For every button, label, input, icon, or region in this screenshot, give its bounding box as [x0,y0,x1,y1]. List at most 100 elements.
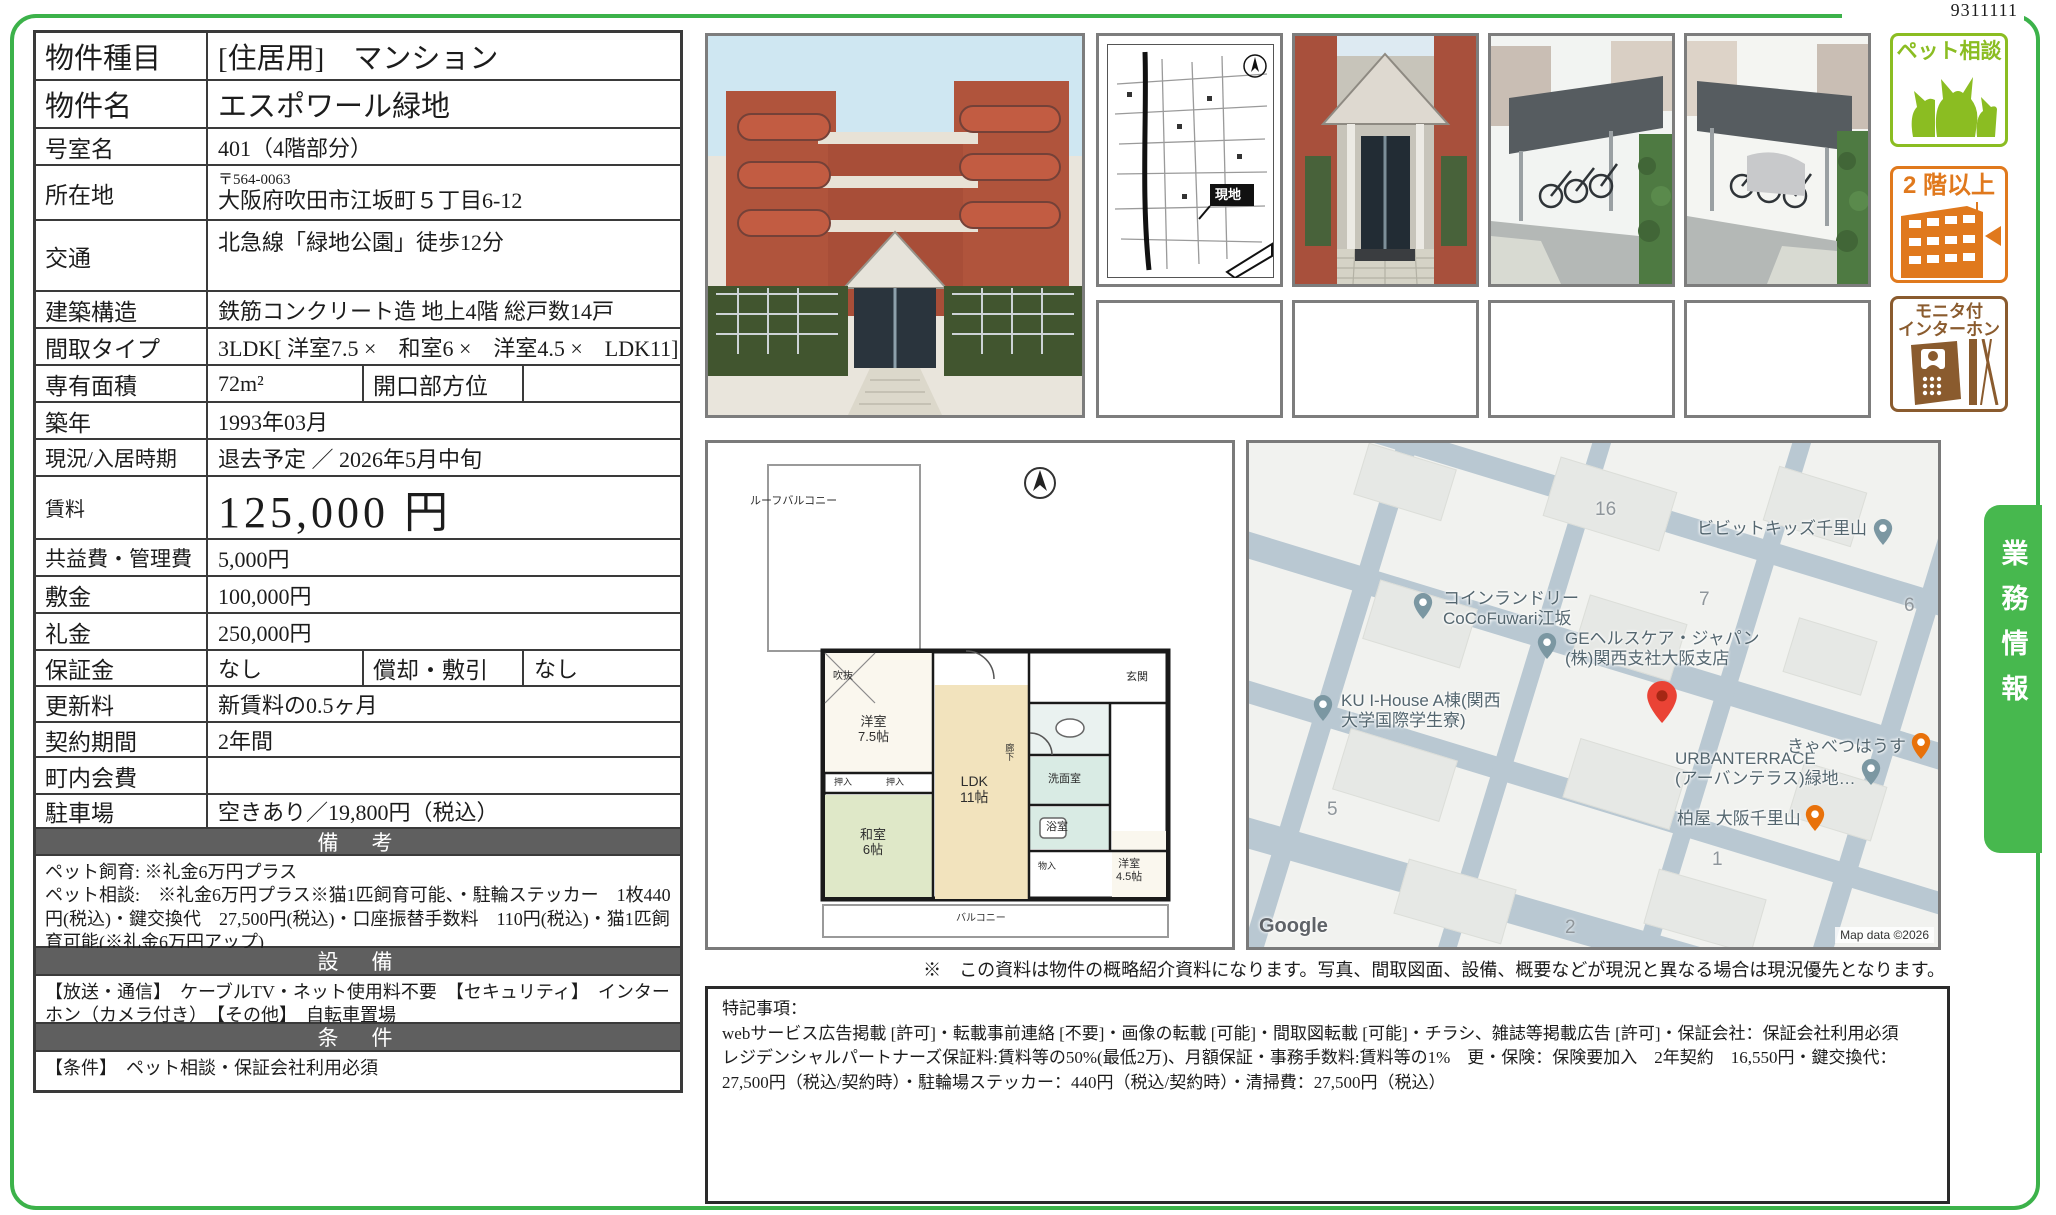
row-label: 契約期間 [45,723,137,757]
photo-placeholder [1488,300,1675,418]
photo-placeholder [1096,300,1283,418]
row-label-2: 償却・敷引 [373,651,488,685]
table-row: 更新料 新賃料の0.5ヶ月 [36,687,680,723]
row-label: 間取タイプ [45,330,160,364]
badge-pet-allowed: ペット相談 [1890,33,2008,147]
row-label: 物件種目 [45,35,161,77]
badge-second-floor-up: 2 階以上 [1890,166,2008,283]
rent-amount: 125,000 円 [208,477,680,538]
business-info-tab-label: 業務情報 [1994,505,2033,853]
table-row: 物件名 エスポワール緑地 [36,81,680,129]
table-row: 契約期間 2年間 [36,723,680,758]
photo-sketch-map: 現地 [1096,33,1283,287]
row-label: 物件名 [45,83,132,125]
map-poi-label: GEヘルスケア・ジャパン (株)関西支社大阪支店 [1565,629,1760,670]
row-label: 交通 [45,239,91,273]
room-label: 押入 [886,777,904,787]
table-row: 物件種目 [住居用] マンション [36,33,680,81]
room-label: 洗面室 [1048,773,1081,786]
map-poi-label: コインランドリー CoCoFuwari江坂 [1443,589,1579,630]
restaurant-pin-icon [1805,805,1825,836]
bicycle-parking-illustration [1687,36,1868,284]
row-label-2: 開口部方位 [373,367,488,401]
map-pin-icon [1413,593,1433,624]
row-label: 敷金 [45,578,91,612]
map-poi-label: きゃべつはうす [1787,737,1906,757]
section-header-remarks: 備 考 [36,829,680,856]
photo-bicycle-parking-1 [1488,33,1675,287]
entrance-illustration [1295,36,1476,284]
pets-icon [1899,63,1999,139]
room-label: 廊下 [1004,743,1014,761]
badge-floor-label: 2 階以上 [1893,173,2005,198]
google-map[interactable]: 16 ビビットキッズ千里山 コインランドリー CoCoFuwari江坂 GEヘル… [1246,440,1941,950]
table-row: 建築構造 鉄筋コンクリート造 地上4階 総戸数14戸 [36,292,680,329]
row-value: なし [218,652,262,684]
room-label: 吹抜 [833,671,853,683]
sketch-map-illustration [1107,44,1274,278]
section-conditions: 【条件】 ペット相談・保証会社利用必須 [36,1052,680,1090]
row-value: 大阪府吹田市江坂町５丁目6-12 [218,189,522,214]
room-label: 押入 [834,777,852,787]
table-row: 築年 1993年03月 [36,403,680,440]
table-row: 交通 北急線「緑地公園」徒歩12分 [36,221,680,292]
row-value: 新賃料の0.5ヶ月 [218,688,378,720]
map-block-number: 7 [1699,589,1710,611]
row-label: 駐車場 [45,794,114,828]
room-label: 和室 6帖 [860,828,886,858]
room-label: 玄関 [1126,671,1148,684]
property-sheet-page: 9311111 物件種目 [住居用] マンション 物件名 エスポワール緑地 号室… [0,0,2056,1215]
map-pin-icon [1873,519,1893,550]
row-value-2: なし [534,652,578,684]
row-value: エスポワール緑地 [218,83,450,125]
google-logo: Google [1259,915,1328,938]
row-label: 専有面積 [45,367,137,401]
row-value: 100,000円 [218,579,312,611]
row-label: 賃料 [45,493,85,522]
row-value: 空きあり／19,800円（税込） [218,795,499,827]
photo-building-exterior [705,33,1085,418]
row-label: 号室名 [45,130,114,164]
map-poi-label: KU I-House A棟(関西 大学国際学生寮) [1341,691,1501,732]
table-row: 保証金 なし 償却・敷引 なし [36,651,680,687]
map-attribution: Map data ©2026 [1835,927,1934,943]
row-value: 72m² [218,371,264,397]
row-label: 築年 [45,404,91,438]
sketch-map-site-label: 現地 [1215,184,1241,203]
property-location-pin-icon [1647,681,1677,728]
row-value: 401（4階部分） [218,131,372,163]
room-label: 洋室 7.5帖 [858,715,889,745]
room-label: LDK 11帖 [960,773,989,805]
badge-intercom-label: モニタ付 インターホン [1893,303,2005,339]
room-label: バルコニー [956,913,1006,925]
map-pin-icon [1313,695,1333,726]
table-row: 間取タイプ 3LDK[ 洋室7.5 × 和室6 × 洋室4.5 × LDK11] [36,329,680,366]
row-value: 鉄筋コンクリート造 地上4階 総戸数14戸 [218,294,614,326]
table-row: 敷金 100,000円 [36,577,680,614]
row-label: 礼金 [45,615,91,649]
table-row: 礼金 250,000円 [36,614,680,651]
table-row: 専有面積 72m² 開口部方位 [36,366,680,403]
section-equipment: 【放送・通信】 ケーブルTV・ネット使用料不要 【セキュリティ】 インターホン（… [36,976,680,1024]
table-row: 賃料 125,000 円 [36,477,680,540]
table-row: 駐車場 空きあり／19,800円（税込） [36,795,680,829]
row-label: 町内会費 [45,759,137,793]
section-remarks: ペット飼育: ※礼金6万円プラス ペット相談: ※礼金6万円プラス※猫1匹飼育可… [36,856,680,948]
business-info-tab[interactable]: 業務情報 [1984,505,2042,853]
map-block-number: 2 [1565,917,1576,939]
intercom-icon [1899,339,1999,405]
map-block-number: 16 [1595,499,1616,521]
row-value: 北急線「緑地公園」徒歩12分 [218,225,504,257]
document-number: 9311111 [1842,0,2024,21]
row-label: 更新料 [45,687,114,721]
special-notes-title: 特記事項： [722,999,807,1018]
row-label: 建築構造 [45,293,137,327]
row-value: 2年間 [218,724,273,756]
row-value: 250,000円 [218,616,312,648]
special-notes-body: webサービス広告掲載 [許可]・転載事前連絡 [不要]・画像の転載 [可能]・… [722,1022,1933,1096]
table-row: 町内会費 [36,758,680,795]
map-pin-icon [1861,759,1881,790]
map-block-number: 6 [1904,595,1915,617]
table-row: 共益費・管理費 5,000円 [36,540,680,577]
special-notes-box: 特記事項： webサービス広告掲載 [許可]・転載事前連絡 [不要]・画像の転載… [705,986,1950,1204]
